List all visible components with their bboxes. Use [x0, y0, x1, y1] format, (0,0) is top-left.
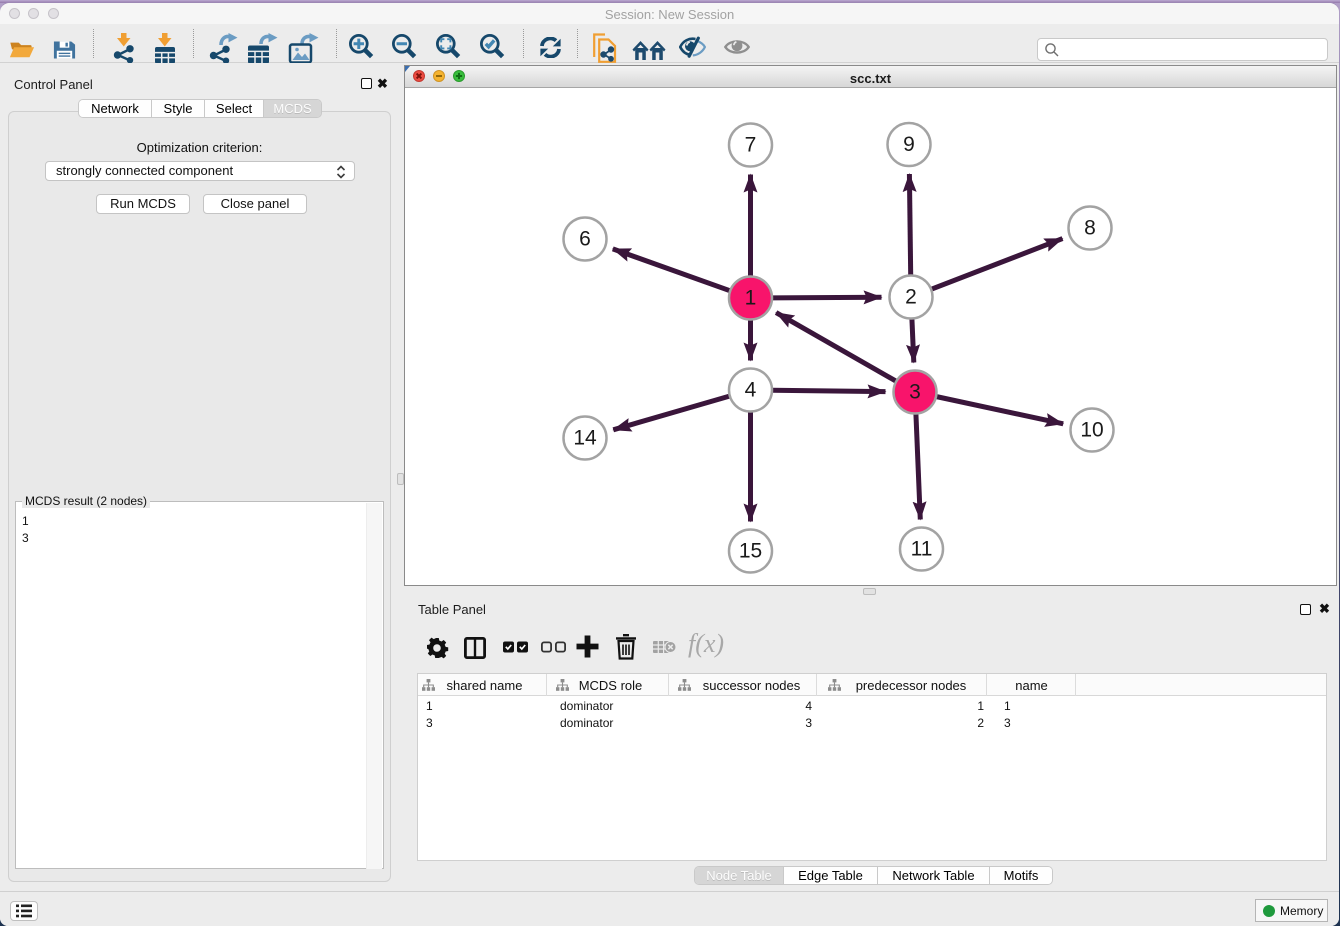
svg-text:10: 10	[1080, 419, 1103, 442]
svg-text:6: 6	[579, 228, 591, 251]
svg-text:8: 8	[1084, 217, 1096, 240]
svg-text:11: 11	[911, 538, 933, 561]
svg-text:3: 3	[909, 381, 921, 404]
svg-text:14: 14	[573, 427, 597, 450]
svg-text:9: 9	[903, 133, 915, 156]
svg-text:7: 7	[745, 134, 757, 157]
svg-text:4: 4	[745, 379, 757, 402]
svg-text:2: 2	[905, 286, 917, 309]
svg-text:15: 15	[739, 540, 762, 563]
svg-text:1: 1	[745, 287, 757, 310]
